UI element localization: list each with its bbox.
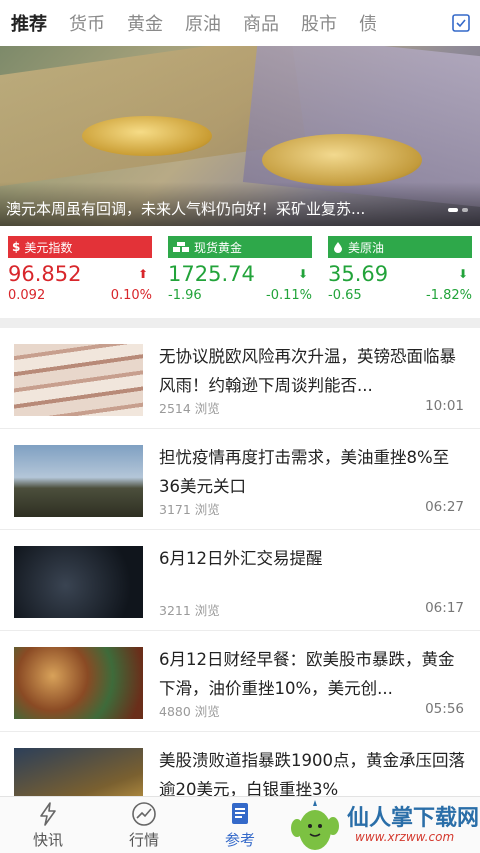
news-thumbnail (14, 546, 143, 618)
headline-banner[interactable]: 澳元本周虽有回调，未来人气料仍向好！采矿业复苏... (0, 46, 480, 226)
tab-crude-oil[interactable]: 原油 (174, 10, 232, 36)
oil-drop-icon (334, 242, 342, 253)
cactus-icon (291, 800, 339, 850)
quote-price: 96.852 (8, 262, 82, 286)
quote-label: 现货黄金 (168, 236, 312, 258)
tab-commodities[interactable]: 商品 (232, 10, 290, 36)
quote-usd-index[interactable]: $ 美元指数 96.852 ⬆ 0.092 0.10% (0, 226, 160, 318)
nav-reference[interactable]: 参考 (192, 797, 288, 853)
quote-name: 现货黄金 (194, 240, 243, 255)
quote-label: 美原油 (328, 236, 472, 258)
news-views: 4880 浏览 (159, 704, 220, 719)
gold-bars-icon (173, 242, 189, 252)
news-item[interactable]: 6月12日财经早餐：欧美股市暴跌，黄金下滑，油价重挫10%，美元创... 488… (0, 631, 480, 732)
carousel-dot-active (448, 208, 458, 212)
news-time: 06:17 (425, 600, 464, 616)
tab-recommend[interactable]: 推荐 (0, 10, 58, 36)
news-thumbnail (14, 445, 143, 517)
quote-percent: 0.10% (110, 288, 152, 303)
quote-price: 35.69 (328, 262, 389, 286)
quote-percent: -1.82% (426, 288, 472, 303)
news-title: 6月12日外汇交易提醒 (159, 549, 323, 568)
news-time: 05:56 (425, 701, 464, 717)
tab-currency[interactable]: 货币 (58, 10, 116, 36)
coin-image (262, 134, 422, 186)
quote-us-crude[interactable]: 美原油 35.69 ⬇ -0.65 -1.82% (320, 226, 480, 318)
news-item[interactable]: 无协议脱欧风险再次升温，英镑恐面临暴风雨！约翰逊下周谈判能否... 2514 浏… (0, 328, 480, 429)
nav-label: 参考 (224, 831, 255, 849)
quote-spot-gold[interactable]: 现货黄金 1725.74 ⬇ -1.96 -0.11% (160, 226, 320, 318)
news-item[interactable]: 6月12日外汇交易提醒 3211 浏览 06:17 (0, 530, 480, 631)
nav-market[interactable]: 行情 (96, 797, 192, 853)
nav-label: 行情 (128, 831, 159, 849)
quote-percent: -0.11% (266, 288, 312, 303)
quote-label: $ 美元指数 (8, 236, 152, 258)
news-title: 无协议脱欧风险再次升温，英镑恐面临暴风雨！约翰逊下周谈判能否... (159, 347, 456, 395)
news-views: 3171 浏览 (159, 502, 220, 517)
nav-label: 快讯 (32, 831, 63, 849)
tab-bonds[interactable]: 债 (348, 10, 388, 36)
watermark: 仙人掌下载网 www.xrzww.com (275, 798, 480, 853)
news-thumbnail (14, 344, 143, 416)
tabs-fade (406, 0, 446, 46)
tab-gold[interactable]: 黄金 (116, 10, 174, 36)
news-views: 2514 浏览 (159, 401, 220, 416)
flash-icon (40, 802, 56, 826)
watermark-text: 仙人掌下载网 (347, 806, 480, 831)
news-title: 6月12日财经早餐：欧美股市暴跌，黄金下滑，油价重挫10%，美元创... (159, 650, 455, 698)
news-item[interactable]: 担忧疫情再度打击需求，美油重挫8%至36美元关口 3171 浏览 06:27 (0, 429, 480, 530)
trend-icon (132, 802, 156, 826)
carousel-dot (462, 208, 468, 212)
carousel-indicator (448, 208, 468, 212)
arrow-down-icon: ⬇ (457, 267, 468, 281)
quote-name: 美元指数 (24, 240, 73, 255)
arrow-up-icon: ⬆ (137, 267, 148, 281)
quote-change: -0.65 (328, 288, 362, 303)
watermark-url: www.xrzww.com (355, 830, 455, 844)
market-quotes: $ 美元指数 96.852 ⬆ 0.092 0.10% 现货黄金 1725.74… (0, 226, 480, 318)
arrow-down-icon: ⬇ (297, 267, 308, 281)
news-time: 06:27 (425, 499, 464, 515)
quote-change: -1.96 (168, 288, 202, 303)
news-time: 10:01 (425, 398, 464, 414)
quote-price: 1725.74 (168, 262, 255, 286)
banner-caption: 澳元本周虽有回调，未来人气料仍向好！采矿业复苏... (6, 200, 366, 218)
nav-flash[interactable]: 快讯 (0, 797, 96, 853)
quote-name: 美原油 (348, 240, 385, 255)
news-views: 3211 浏览 (159, 603, 220, 618)
edit-tabs-icon[interactable] (450, 12, 472, 34)
news-thumbnail (14, 647, 143, 719)
dollar-icon: $ (12, 240, 21, 254)
news-list: 无协议脱欧风险再次升温，英镑恐面临暴风雨！约翰逊下周谈判能否... 2514 浏… (0, 328, 480, 833)
tab-stocks[interactable]: 股市 (290, 10, 348, 36)
news-title: 担忧疫情再度打击需求，美油重挫8%至36美元关口 (159, 448, 450, 496)
coin-image (82, 116, 212, 156)
quote-change: 0.092 (8, 288, 46, 303)
document-icon (232, 803, 248, 824)
section-divider (0, 318, 480, 328)
